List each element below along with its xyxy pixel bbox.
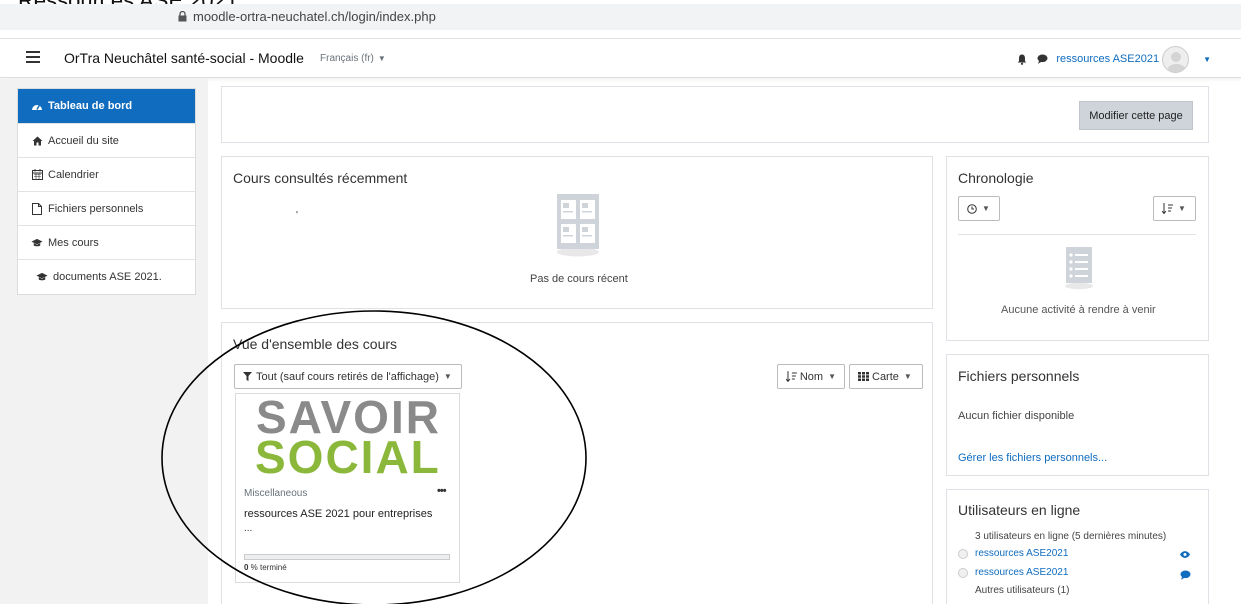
nav-item-label: Fichiers personnels [48,202,144,215]
clock-icon [967,203,977,214]
caret-down-icon: ▼ [828,372,836,381]
language-menu[interactable]: Français (fr) ▼ [320,53,386,64]
user-name-link[interactable]: ressources ASE2021 [1056,53,1159,65]
filter-icon [243,372,252,381]
course-actions-menu[interactable]: ••• [437,485,447,497]
timeline-divider [958,234,1196,235]
nav-item-label: Mes cours [48,236,99,249]
sort-icon [786,371,797,382]
nav-item-my-courses[interactable]: Mes cours [18,226,195,260]
home-icon [31,135,43,147]
top-navbar: OrTra Neuchâtel santé-social - Moodle Fr… [0,38,1241,78]
course-filter-dropdown[interactable]: Tout (sauf cours retirés de l'affichage)… [234,364,462,389]
timeline-title: Chronologie [958,170,1034,186]
online-users-title: Utilisateurs en ligne [958,502,1081,518]
language-label: Français (fr) [320,53,374,64]
nav-item-label: documents ASE 2021. [53,271,162,283]
file-icon [31,202,43,215]
nav-item-calendar[interactable]: Calendrier [18,158,195,192]
view-label: Carte [872,370,899,383]
caret-down-icon: ▼ [982,204,990,213]
nav-item-label: Accueil du site [48,134,119,147]
online-user-name[interactable]: ressources ASE2021 [975,567,1068,578]
page-header-card [221,86,1209,143]
url-text[interactable]: moodle-ortra-neuchatel.ch/login/index.ph… [193,9,436,24]
private-files-empty: Aucun fichier disponible [958,410,1075,422]
site-name[interactable]: OrTra Neuchâtel santé-social - Moodle [64,50,304,66]
activity-list-icon [1065,247,1093,290]
user-menu-caret-icon[interactable]: ▼ [1203,55,1211,64]
page: { "caption": "Ressources ASE 2021", "bro… [0,0,1241,604]
sort-icon [1162,203,1173,214]
manage-private-files-link[interactable]: Gérer les fichiers personnels... [958,452,1107,464]
message-icon[interactable] [1180,570,1191,580]
graduation-cap-icon [31,237,43,249]
nav-item-course-documents[interactable]: documents ASE 2021. [18,260,195,294]
avatar[interactable] [1162,45,1190,73]
graduation-cap-icon [36,271,48,283]
nav-item-label: Calendrier [48,168,99,181]
timeline-sort-dropdown[interactable]: ▼ [1153,196,1196,221]
course-progress-bar [244,554,450,560]
filter-label: Tout (sauf cours retirés de l'affichage) [256,370,439,383]
eye-icon[interactable] [1180,551,1190,558]
dashboard-icon [31,100,43,112]
course-overview-title: Vue d'ensemble des cours [233,336,398,352]
caret-down-icon: ▼ [377,54,386,63]
online-user-item[interactable]: ressources ASE2021 [958,567,1068,578]
avatar [958,548,968,559]
user-area: ressources ASE2021 ▼ [1017,45,1211,73]
course-image-text-line2: SOCIAL [255,431,441,483]
recent-courses-title: Cours consultés récemment [233,170,408,186]
online-user-name[interactable]: ressources ASE2021 [975,548,1068,559]
nav-item-dashboard[interactable]: Tableau de bord [18,89,195,124]
course-card[interactable]: SAVOIR SOCIAL Miscellaneous ••• ressourc… [235,393,460,583]
nav-list: Tableau de bord Accueil du site Calendri… [17,88,196,295]
timeline-empty: Aucune activité à rendre à venir [1001,304,1156,316]
edit-page-button[interactable]: Modifier cette page [1079,101,1193,130]
menu-toggle-icon[interactable] [26,51,40,65]
private-files-title: Fichiers personnels [958,368,1080,384]
lock-icon [178,11,187,22]
calendar-icon [31,169,43,181]
course-summary: ... [244,523,253,534]
course-progress-label: 0 % terminé [244,563,287,572]
grid-icon [858,372,869,381]
timeline-filter-dropdown[interactable]: ▼ [958,196,1000,221]
view-dropdown[interactable]: Carte ▼ [849,364,923,389]
sort-dropdown[interactable]: Nom ▼ [777,364,845,389]
caret-down-icon: ▼ [903,372,912,381]
progress-suffix: % terminé [248,563,287,572]
caret-down-icon: ▼ [443,372,452,381]
course-name-link[interactable]: ressources ASE 2021 pour entreprises [244,508,432,520]
nav-item-label: Tableau de bord [48,100,133,112]
online-users-summary: 3 utilisateurs en ligne (5 dernières min… [975,531,1167,542]
bell-icon[interactable] [1017,54,1027,65]
avatar [958,567,968,578]
courses-placeholder-icon [557,194,599,257]
other-users-text: Autres utilisateurs (1) [975,585,1070,596]
sort-label: Nom [799,370,824,383]
chat-icon[interactable] [1037,54,1048,64]
nav-item-private-files[interactable]: Fichiers personnels [18,192,195,226]
recent-courses-empty: Pas de cours récent [530,273,628,285]
caret-down-icon: ▼ [1178,204,1186,213]
nav-item-site-home[interactable]: Accueil du site [18,124,195,158]
stray-mark: ' [296,210,298,221]
nav-drawer: Tableau de bord Accueil du site Calendri… [0,79,208,604]
online-user-item[interactable]: ressources ASE2021 [958,548,1068,559]
browser-address-bar[interactable]: moodle-ortra-neuchatel.ch/login/index.ph… [0,4,1241,30]
course-category: Miscellaneous [244,488,308,499]
